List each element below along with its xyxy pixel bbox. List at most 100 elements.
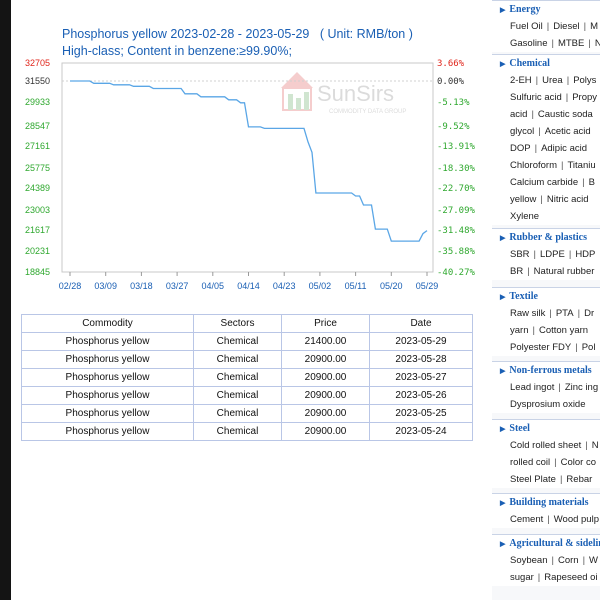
category-line: Dysprosium oxide bbox=[492, 396, 600, 413]
commodity-link[interactable]: MTBE bbox=[558, 38, 584, 49]
separator: | bbox=[582, 555, 586, 566]
commodity-link[interactable]: Adipic acid bbox=[541, 143, 587, 154]
commodity-link[interactable]: Dr bbox=[584, 308, 594, 319]
commodity-link[interactable]: Steel Plate bbox=[510, 474, 556, 485]
logo-roof-icon bbox=[281, 72, 313, 88]
commodity-link[interactable]: Color co bbox=[561, 457, 596, 468]
commodity-link[interactable]: Soybean bbox=[510, 555, 548, 566]
commodity-link[interactable]: LDPE bbox=[540, 249, 565, 260]
commodity-link[interactable]: Dysprosium oxide bbox=[510, 399, 586, 410]
table-row: Phosphorus yellow Chemical 20900.00 2023-05… bbox=[21, 422, 473, 441]
logo-bar-icon bbox=[304, 92, 309, 110]
commodity-link[interactable]: glycol bbox=[510, 126, 534, 137]
x-tick-label: 03/27 bbox=[166, 281, 189, 291]
commodity-link[interactable]: 2-EH bbox=[510, 75, 532, 86]
category-title[interactable]: ▶ Non-ferrous metals bbox=[492, 362, 600, 379]
commodity-link[interactable]: Xylene bbox=[510, 211, 539, 222]
commodity-link[interactable]: Fuel Oil bbox=[510, 21, 543, 32]
commodity-link[interactable]: Titaniu bbox=[567, 160, 595, 171]
category-title[interactable]: ▶ Energy bbox=[492, 1, 600, 18]
cell-sector: Chemical bbox=[193, 422, 282, 441]
category-line: Cement | Wood pulp bbox=[492, 511, 600, 528]
commodity-link[interactable]: Diesel bbox=[553, 21, 579, 32]
y-axis-left: 32705 31550 29933 28547 27161 25775 24389 23003… bbox=[25, 58, 50, 277]
commodity-link[interactable]: Acetic acid bbox=[545, 126, 591, 137]
category-title[interactable]: ▶ Textile bbox=[492, 288, 600, 305]
y-tick-label-right: -5.13% bbox=[437, 98, 470, 108]
category-title[interactable]: ▶ Steel bbox=[492, 420, 600, 437]
category-title[interactable]: ▶ Building materials bbox=[492, 494, 600, 511]
commodity-link[interactable]: yellow bbox=[510, 194, 536, 205]
commodity-link[interactable]: Propy bbox=[572, 92, 597, 103]
price-table: Commodity Sectors Price Date Phosphorus … bbox=[21, 314, 473, 441]
commodity-link[interactable]: Wood pulp bbox=[554, 514, 599, 525]
commodity-link[interactable]: N bbox=[592, 440, 599, 451]
commodity-link[interactable]: Urea bbox=[542, 75, 563, 86]
commodity-link[interactable]: Cement bbox=[510, 514, 543, 525]
y-tick-label-left: 32705 bbox=[25, 58, 50, 68]
commodity-link[interactable]: Gasoline bbox=[510, 38, 548, 49]
commodity-link[interactable]: BR bbox=[510, 266, 523, 277]
separator: | bbox=[568, 249, 572, 260]
commodity-link[interactable]: yarn bbox=[510, 325, 528, 336]
chart-svg: SunSirs COMMODITY DATA GROUP 32705 31550 2… bbox=[25, 58, 476, 291]
triangle-bullet-icon: ▶ bbox=[500, 60, 506, 68]
commodity-link[interactable]: HDP bbox=[575, 249, 595, 260]
category-title[interactable]: ▶ Agricultural & sideline bbox=[492, 535, 600, 552]
commodity-link[interactable]: N bbox=[595, 38, 600, 49]
commodity-link[interactable]: rolled coil bbox=[510, 457, 550, 468]
commodity-link[interactable]: Pol bbox=[582, 342, 596, 353]
commodity-link[interactable]: Lead ingot bbox=[510, 382, 554, 393]
triangle-bullet-icon: ▶ bbox=[500, 367, 506, 375]
commodity-link[interactable]: SBR bbox=[510, 249, 530, 260]
cell-commodity: Phosphorus yellow bbox=[21, 422, 194, 441]
commodity-link[interactable]: Cotton yarn bbox=[539, 325, 588, 336]
category-line: yarn | Cotton yarn bbox=[492, 322, 600, 339]
commodity-link[interactable]: M bbox=[590, 21, 598, 32]
category-block: ▶ Agricultural & sideline Soybean | Corn | Wsu… bbox=[492, 534, 600, 586]
commodity-link[interactable]: Polyester FDY bbox=[510, 342, 571, 353]
separator: | bbox=[582, 177, 585, 188]
commodity-link[interactable]: Natural rubber bbox=[534, 266, 595, 277]
separator: | bbox=[583, 21, 587, 32]
y-tick-label-right: -31.48% bbox=[437, 226, 476, 236]
commodity-link[interactable]: acid bbox=[510, 109, 527, 120]
commodity-link[interactable]: B bbox=[589, 177, 595, 188]
x-tick-label: 02/28 bbox=[59, 281, 82, 291]
cell-date: 2023-05-25 bbox=[369, 404, 473, 423]
commodity-link[interactable]: Rapeseed oi bbox=[544, 572, 597, 583]
commodity-link[interactable]: Zinc ing bbox=[565, 382, 598, 393]
commodity-link[interactable]: Polys bbox=[573, 75, 596, 86]
category-line: Sulfuric acid | Propy bbox=[492, 89, 600, 106]
separator: | bbox=[566, 75, 570, 86]
cell-price: 20900.00 bbox=[281, 368, 370, 387]
category-block: ▶ Textile Raw silk | PTA | Dr yarn | Cotton yarn P… bbox=[492, 287, 600, 356]
table-header-row: Commodity Sectors Price Date bbox=[21, 314, 473, 333]
commodity-link[interactable]: DOP bbox=[510, 143, 531, 154]
category-title[interactable]: ▶ Rubber & plastics bbox=[492, 229, 600, 246]
separator: | bbox=[531, 109, 534, 120]
category-title-text: Agricultural & sideline bbox=[509, 538, 600, 549]
cell-price: 21400.00 bbox=[281, 332, 370, 351]
commodity-link[interactable]: Chloroform bbox=[510, 160, 557, 171]
commodity-link[interactable]: W bbox=[589, 555, 598, 566]
commodity-link[interactable]: Rebar bbox=[566, 474, 592, 485]
commodity-link[interactable]: Caustic soda bbox=[538, 109, 593, 120]
separator: | bbox=[527, 266, 530, 277]
commodity-link[interactable]: Calcium carbide bbox=[510, 177, 578, 188]
commodity-link[interactable]: PTA bbox=[556, 308, 574, 319]
category-line: Gasoline | MTBE | N bbox=[492, 35, 600, 52]
commodity-link[interactable]: Nitric acid bbox=[547, 194, 589, 205]
category-title-text: Non-ferrous metals bbox=[509, 365, 592, 376]
commodity-link[interactable]: sugar bbox=[510, 572, 534, 583]
commodity-link[interactable]: Cold rolled sheet bbox=[510, 440, 581, 451]
commodity-link[interactable]: Raw silk bbox=[510, 308, 545, 319]
watermark-text: SunSirs bbox=[317, 81, 394, 106]
y-tick-label-right: -35.88% bbox=[437, 247, 476, 257]
category-line: Lead ingot | Zinc ing bbox=[492, 379, 600, 396]
commodity-link[interactable]: Sulfuric acid bbox=[510, 92, 562, 103]
commodity-link[interactable]: Corn bbox=[558, 555, 579, 566]
y-tick-label-left: 31550 bbox=[25, 76, 50, 86]
category-line: acid | Caustic soda bbox=[492, 106, 600, 123]
category-title[interactable]: ▶ Chemical bbox=[492, 55, 600, 72]
